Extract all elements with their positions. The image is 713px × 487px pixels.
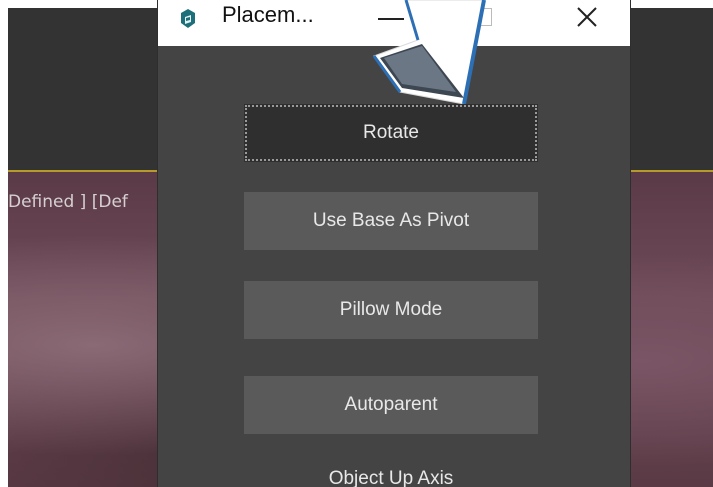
use-base-as-pivot-button[interactable]: Use Base As Pivot <box>244 192 538 250</box>
pillow-mode-button[interactable]: Pillow Mode <box>244 281 538 339</box>
window-title: Placem... <box>222 2 314 27</box>
object-up-axis-button[interactable]: Object Up Axis <box>244 460 538 487</box>
autoparent-button[interactable]: Autoparent <box>244 376 538 434</box>
placement-window: Placem... Rotate Use Base As Pivot Pillo… <box>158 0 630 487</box>
mouse-cursor-icon <box>530 0 690 110</box>
screen: Defined ] [Def Placem... Rotate Use Base… <box>0 0 713 487</box>
viewport-label[interactable]: Defined ] [Def <box>8 192 128 212</box>
pointer-cursor-icon <box>372 0 486 105</box>
screen-edge <box>0 0 8 487</box>
rotate-button[interactable]: Rotate <box>244 104 538 162</box>
app-3d-icon <box>181 9 195 28</box>
